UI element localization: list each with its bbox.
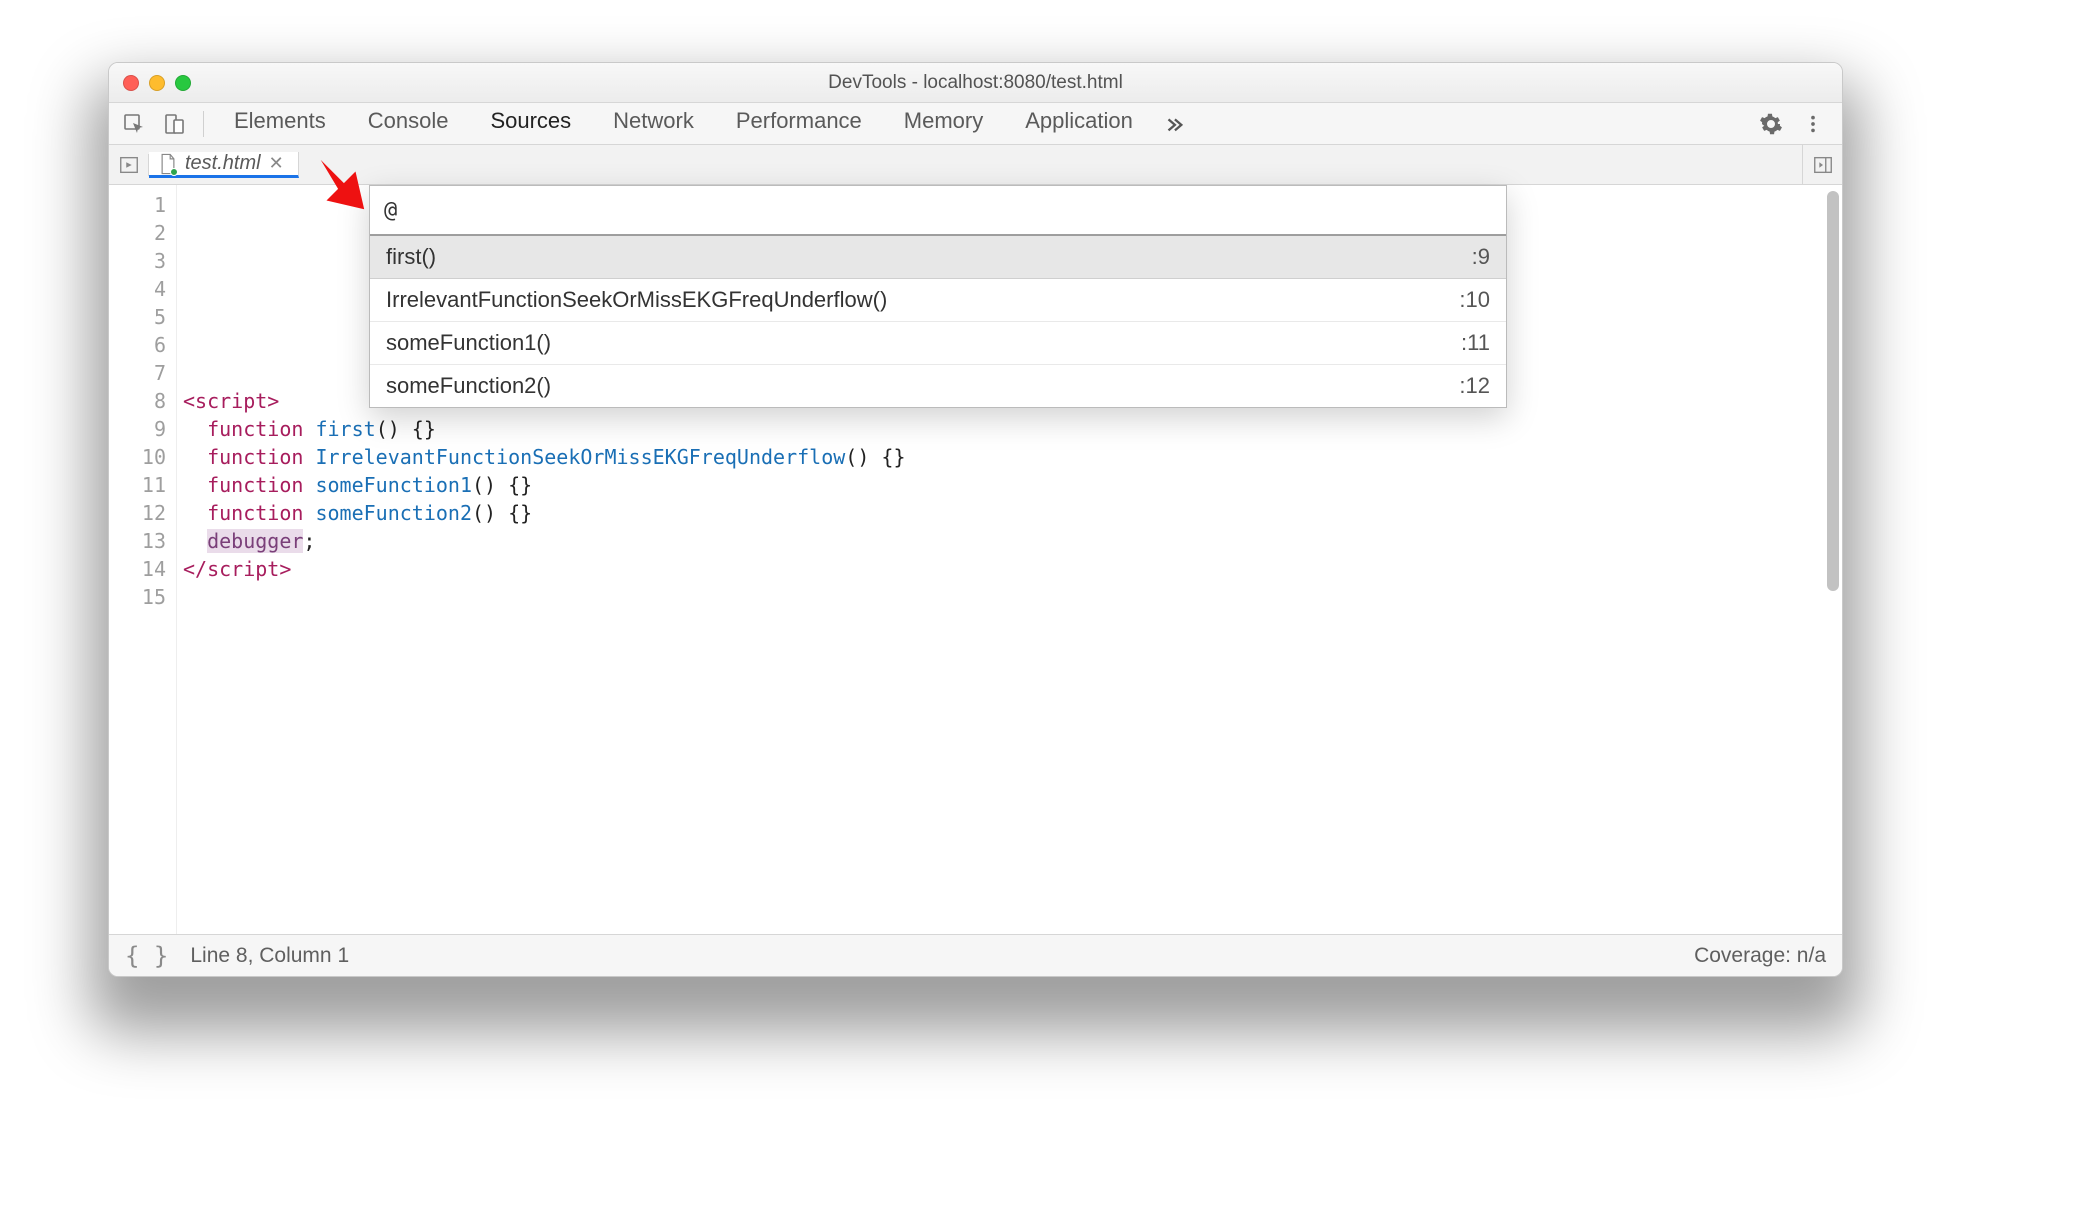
device-toolbar-icon[interactable] bbox=[155, 105, 193, 143]
toggle-debugger-sidebar-icon[interactable] bbox=[1802, 145, 1842, 184]
file-icon bbox=[159, 153, 177, 175]
status-bar: { } Line 8, Column 1 Coverage: n/a bbox=[109, 934, 1842, 976]
result-location: :12 bbox=[1459, 373, 1490, 399]
result-name: IrrelevantFunctionSeekOrMissEKGFreqUnder… bbox=[386, 287, 887, 313]
show-navigator-icon[interactable] bbox=[109, 154, 149, 176]
code-editor[interactable]: 123456789101112131415 <script> function … bbox=[109, 185, 1842, 934]
scrollbar-thumb[interactable] bbox=[1827, 191, 1839, 591]
devtools-toolbar: Elements Console Sources Network Perform… bbox=[109, 103, 1842, 145]
code-line[interactable]: </script> bbox=[183, 555, 1842, 583]
pretty-print-icon[interactable]: { } bbox=[125, 942, 168, 970]
cursor-position: Line 8, Column 1 bbox=[190, 944, 349, 968]
tab-elements[interactable]: Elements bbox=[214, 100, 346, 147]
result-name: someFunction1() bbox=[386, 330, 551, 356]
source-tabstrip: test.html ✕ bbox=[109, 145, 1842, 185]
result-name: someFunction2() bbox=[386, 373, 551, 399]
tab-console[interactable]: Console bbox=[348, 100, 469, 147]
code-line[interactable]: function someFunction1() {} bbox=[183, 471, 1842, 499]
code-line[interactable]: function someFunction2() {} bbox=[183, 499, 1842, 527]
coverage-status: Coverage: n/a bbox=[1694, 944, 1826, 968]
result-location: :11 bbox=[1461, 330, 1490, 356]
tab-performance[interactable]: Performance bbox=[716, 100, 882, 147]
close-tab-icon[interactable]: ✕ bbox=[269, 153, 284, 174]
toolbar-separator bbox=[203, 111, 204, 137]
inspect-element-icon[interactable] bbox=[115, 105, 153, 143]
quick-open-result[interactable]: first() :9 bbox=[370, 235, 1506, 279]
tab-memory[interactable]: Memory bbox=[884, 100, 1003, 147]
window-title: DevTools - localhost:8080/test.html bbox=[109, 72, 1842, 94]
file-tab-test-html[interactable]: test.html ✕ bbox=[149, 152, 299, 178]
quick-open-input[interactable]: @ bbox=[370, 186, 1506, 234]
settings-icon[interactable] bbox=[1754, 107, 1788, 141]
code-line[interactable]: function IrrelevantFunctionSeekOrMissEKG… bbox=[183, 443, 1842, 471]
quick-open-result[interactable]: IrrelevantFunctionSeekOrMissEKGFreqUnder… bbox=[370, 279, 1506, 322]
devtools-window: DevTools - localhost:8080/test.html Elem… bbox=[108, 62, 1843, 977]
file-tab-label: test.html bbox=[185, 152, 261, 175]
more-options-icon[interactable] bbox=[1796, 107, 1830, 141]
tab-application[interactable]: Application bbox=[1005, 100, 1153, 147]
result-name: first() bbox=[386, 244, 436, 270]
result-location: :10 bbox=[1459, 287, 1490, 313]
code-line[interactable] bbox=[183, 583, 1842, 611]
quick-open-result[interactable]: someFunction2() :12 bbox=[370, 365, 1506, 407]
tab-network[interactable]: Network bbox=[593, 100, 714, 147]
result-location: :9 bbox=[1472, 244, 1490, 270]
quick-open-result[interactable]: someFunction1() :11 bbox=[370, 322, 1506, 365]
more-tabs-icon[interactable] bbox=[1155, 105, 1193, 143]
code-line[interactable]: debugger; bbox=[183, 527, 1842, 555]
code-line[interactable]: function first() {} bbox=[183, 415, 1842, 443]
quick-open-popup: @ first() :9 IrrelevantFunctionSeekOrMissE… bbox=[369, 185, 1507, 408]
tab-sources[interactable]: Sources bbox=[470, 100, 591, 147]
panel-tabs: Elements Console Sources Network Perform… bbox=[214, 100, 1752, 147]
line-number-gutter: 123456789101112131415 bbox=[109, 185, 177, 934]
quick-open-query: @ bbox=[384, 198, 397, 223]
window-titlebar: DevTools - localhost:8080/test.html bbox=[109, 63, 1842, 103]
